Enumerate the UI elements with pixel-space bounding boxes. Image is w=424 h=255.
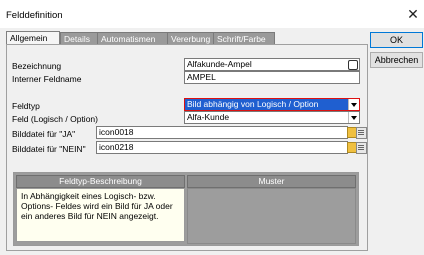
edit-icon[interactable] [348, 60, 358, 70]
bild-ja-value: icon0018 [99, 127, 134, 137]
bild-ja-label: Bilddatei für "JA" [12, 129, 76, 139]
intern-label: Interner Feldname [12, 74, 82, 84]
chevron-down-icon[interactable] [348, 112, 359, 123]
bezeichnung-label: Bezeichnung [12, 61, 62, 71]
list-icon[interactable] [356, 127, 367, 139]
description-header: Feldtyp-Beschreibung [16, 175, 185, 188]
intern-value: AMPEL [187, 72, 216, 82]
bezeichnung-field[interactable]: Alfakunde-Ampel [184, 58, 360, 71]
bild-nein-label: Bilddatei für "NEIN" [12, 144, 86, 154]
feld-select[interactable]: Alfa-Kunde [184, 111, 360, 124]
bild-nein-field[interactable]: icon0218 [96, 141, 348, 154]
feld-label: Feld (Logisch / Option) [12, 114, 98, 124]
feldtyp-select[interactable]: Bild abhängig von Logisch / Option [184, 98, 360, 111]
list-icon[interactable] [356, 142, 367, 154]
feld-value: Alfa-Kunde [187, 112, 230, 122]
window-title: Felddefinition [6, 10, 63, 21]
chevron-down-icon[interactable] [348, 99, 359, 110]
cancel-button[interactable]: Abbrechen [370, 52, 423, 68]
muster-preview [187, 188, 356, 244]
tab-allgemein[interactable]: Allgemein [6, 31, 60, 45]
bezeichnung-value: Alfakunde-Ampel [187, 59, 252, 69]
feldtyp-value: Bild abhängig von Logisch / Option [187, 99, 319, 109]
bild-ja-field[interactable]: icon0018 [96, 126, 348, 139]
title-bar: Felddefinition ✕ [0, 0, 424, 28]
ok-button[interactable]: OK [370, 32, 423, 48]
muster-header: Muster [187, 175, 356, 188]
description-text: In Abhängigkeit eines Logisch- bzw. Opti… [16, 188, 185, 242]
feldtyp-label: Feldtyp [12, 101, 40, 111]
bild-nein-value: icon0218 [99, 142, 134, 152]
intern-field[interactable]: AMPEL [184, 71, 360, 84]
close-icon[interactable]: ✕ [406, 7, 420, 21]
